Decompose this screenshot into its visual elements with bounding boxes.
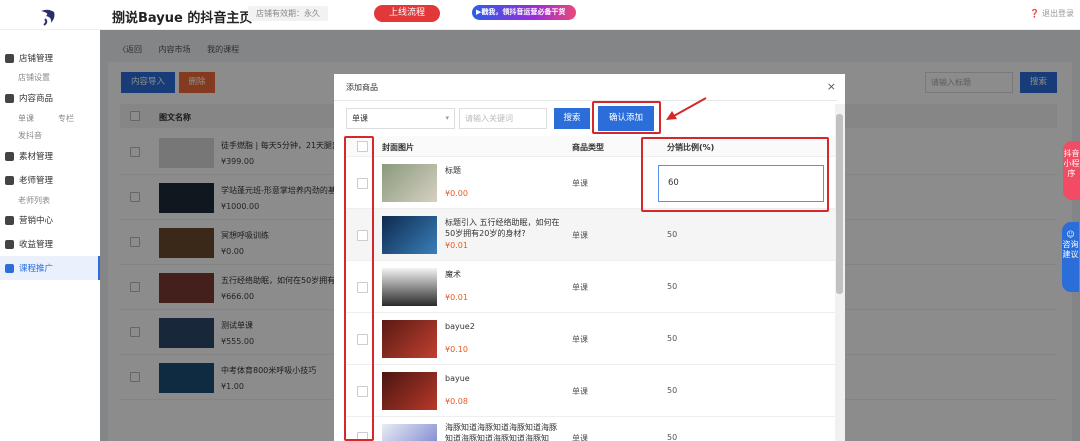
promo-icon: [5, 263, 14, 273]
add-product-modal: 添加商品 × 单课 ▾ 请输入关键词 搜索 确认添加 封面图片 商品类型 分销比…: [334, 74, 845, 441]
product-price: ¥0.08: [445, 397, 468, 406]
modal-divider: [334, 100, 837, 101]
chat-icon: ☺: [1066, 230, 1075, 239]
product-row[interactable]: 海豚知道海豚知道海豚知道海豚知道海豚知道海豚知道海豚知 单课 50: [344, 417, 836, 441]
product-cover-image: [382, 164, 437, 202]
product-ratio: 50: [667, 386, 678, 395]
question-icon: ❓: [1029, 9, 1040, 18]
product-row[interactable]: 魔术 ¥0.01 单课 50: [344, 261, 836, 313]
online-process-button[interactable]: 上线流程: [374, 5, 440, 22]
product-price: ¥0.00: [445, 189, 468, 198]
product-type-select[interactable]: 单课 ▾: [346, 108, 455, 129]
product-price: ¥0.01: [445, 241, 468, 250]
product-row[interactable]: 标题引入 五行经络助眠，如何在50岁拥有20岁的身材? ¥0.01 单课 50: [344, 209, 836, 261]
validity-tag: 店铺有效期：永久: [248, 6, 328, 21]
annotation-ratio-input: [641, 137, 829, 212]
sidebar-item-material-mgmt[interactable]: 素材管理: [5, 150, 53, 162]
product-row[interactable]: bayue2 ¥0.10 单课 50: [344, 313, 836, 365]
sidebar-item-revenue[interactable]: 收益管理: [5, 238, 53, 250]
top-header: 捌说Bayue 的抖音主页 店铺有效期：永久 上线流程 ▶戳我，领抖音运营必备干…: [0, 0, 1080, 30]
product-type: 单课: [572, 179, 588, 188]
consult-suggestion-tab[interactable]: ☺ 咨询建议: [1062, 222, 1079, 292]
product-name: bayue2: [445, 322, 475, 331]
product-name: 标题: [445, 166, 461, 175]
product-type-value: 单课: [352, 114, 368, 123]
product-ratio: 50: [667, 334, 678, 343]
sidebar-item-column[interactable]: 专栏: [58, 113, 74, 124]
product-price: ¥0.01: [445, 293, 468, 302]
close-icon[interactable]: ×: [827, 80, 836, 93]
content-icon: [5, 93, 14, 103]
sidebar-item-publish-douyin[interactable]: 发抖音: [18, 130, 42, 141]
product-cover-image: [382, 216, 437, 254]
logout-label: 退出登录: [1042, 9, 1074, 18]
revenue-icon: [5, 239, 14, 249]
product-row[interactable]: bayue ¥0.08 单课 50: [344, 365, 836, 417]
column-header-cover: 封面图片: [382, 143, 414, 152]
product-type: 单课: [572, 387, 588, 396]
promo-banner[interactable]: ▶戳我，领抖音运营必备干货: [472, 5, 576, 20]
sidebar-item-course-promo[interactable]: 课程推广: [5, 262, 53, 274]
product-type: 单课: [572, 231, 588, 240]
product-name: 标题引入 五行经络助眠，如何在50岁拥有20岁的身材?: [445, 218, 560, 238]
product-type: 单课: [572, 283, 588, 292]
annotation-checkbox-column: [344, 136, 374, 441]
product-cover-image: [382, 268, 437, 306]
column-header-type: 商品类型: [572, 143, 604, 152]
chevron-down-icon: ▾: [445, 114, 449, 122]
product-name: 海豚知道海豚知道海豚知道海豚知道海豚知道海豚知道海豚知: [445, 423, 557, 441]
product-cover-image: [382, 424, 437, 441]
teacher-icon: [5, 175, 14, 185]
marketing-icon: [5, 215, 14, 225]
product-name: bayue: [445, 374, 470, 383]
product-cover-image: [382, 372, 437, 410]
product-ratio: 50: [667, 230, 678, 239]
keyword-input[interactable]: 请输入关键词: [459, 108, 547, 129]
douyin-mini-program-tab[interactable]: 抖音小程序: [1063, 141, 1080, 200]
sidebar-item-store-mgmt[interactable]: 店铺管理: [5, 52, 53, 64]
sidebar-item-content-products[interactable]: 内容商品: [5, 92, 53, 104]
logo-icon: [41, 9, 55, 26]
logout-link[interactable]: ❓ 退出登录: [1029, 8, 1074, 19]
product-ratio: 50: [667, 433, 678, 441]
sidebar-item-marketing[interactable]: 营销中心: [5, 214, 53, 226]
modal-search-button[interactable]: 搜索: [554, 108, 590, 129]
sidebar-item-teacher-mgmt[interactable]: 老师管理: [5, 174, 53, 186]
material-icon: [5, 151, 14, 161]
product-price: ¥0.10: [445, 345, 468, 354]
sidebar-item-single-course[interactable]: 单课: [18, 113, 34, 124]
shop-title: 捌说Bayue 的抖音主页: [112, 11, 253, 26]
sidebar-item-teacher-list[interactable]: 老师列表: [18, 195, 50, 206]
product-cover-image: [382, 320, 437, 358]
modal-title: 添加商品: [346, 83, 378, 92]
store-icon: [5, 53, 14, 63]
modal-scrollbar-thumb[interactable]: [836, 114, 843, 294]
product-type: 单课: [572, 434, 588, 441]
annotation-arrow-icon: [666, 97, 707, 120]
sidebar-item-store-settings[interactable]: 店铺设置: [18, 72, 50, 83]
sidebar: 店铺管理 店铺设置 内容商品 单课 专栏 发抖音 素材管理 老师管理 老师列表 …: [0, 30, 100, 441]
annotation-confirm-button: [592, 101, 661, 134]
product-type: 单课: [572, 335, 588, 344]
product-ratio: 50: [667, 282, 678, 291]
product-name: 魔术: [445, 270, 461, 279]
